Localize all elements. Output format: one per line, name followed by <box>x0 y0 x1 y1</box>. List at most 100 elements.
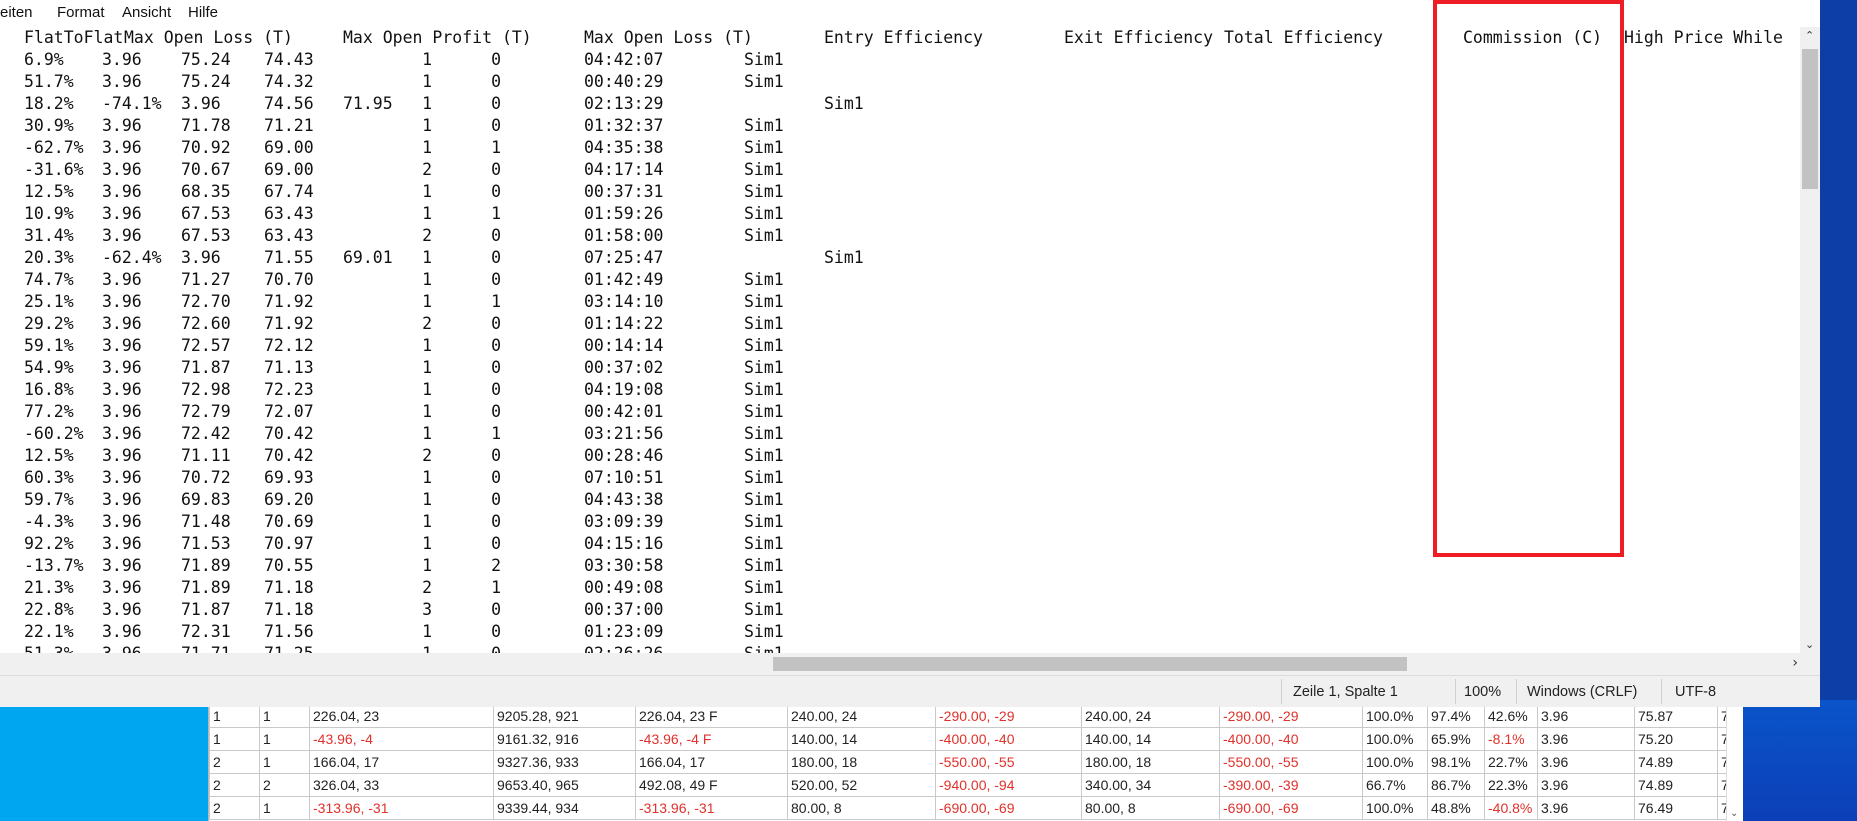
table-cell[interactable]: -940.00, -94 <box>935 774 1081 796</box>
table-cell[interactable]: -390.00, -39 <box>1219 774 1362 796</box>
chevron-right-icon[interactable]: › <box>1792 655 1798 671</box>
table-cell[interactable]: 9339.44, 934 <box>493 797 635 819</box>
table-cell[interactable]: -43.96, -4 <box>309 728 493 750</box>
table-cell[interactable]: 86.7% <box>1427 774 1484 796</box>
chevron-up-icon[interactable]: ⌃ <box>1805 29 1814 42</box>
table-cell[interactable]: 1 <box>209 728 259 750</box>
table-cell[interactable]: 166.04, 17 <box>309 751 493 773</box>
table-cell[interactable]: 1 <box>209 705 259 727</box>
table-cell[interactable]: -550.00, -55 <box>1219 751 1362 773</box>
table-cell[interactable]: 2 <box>209 774 259 796</box>
table-cell[interactable]: 100.0% <box>1362 705 1427 727</box>
menu-item-format[interactable]: Format <box>57 4 105 21</box>
chevron-down-icon[interactable]: ⌄ <box>1805 638 1814 651</box>
table-cell[interactable]: 1 <box>259 705 309 727</box>
table-cell[interactable]: 9205.28, 921 <box>493 705 635 727</box>
table-cell[interactable]: -400.00, -40 <box>1219 728 1362 750</box>
table-cell[interactable]: -690.00, -69 <box>1219 797 1362 819</box>
text-cell: 3.96 <box>102 600 142 619</box>
table-cell[interactable]: 22.3% <box>1484 774 1537 796</box>
text-cell: Sim1 <box>744 556 784 575</box>
table-cell[interactable]: 80.00, 8 <box>787 797 935 819</box>
table-cell[interactable]: -290.00, -29 <box>935 705 1081 727</box>
text-cell: 21.3% <box>24 578 74 597</box>
text-cell: 1 <box>422 292 432 311</box>
table-cell[interactable]: -550.00, -55 <box>935 751 1081 773</box>
text-cell: Sim1 <box>744 116 784 135</box>
table-cell[interactable]: 180.00, 18 <box>787 751 935 773</box>
table-cell[interactable]: 520.00, 52 <box>787 774 935 796</box>
scroll-thumb[interactable] <box>773 657 1407 671</box>
table-cell[interactable]: 74.89 <box>1634 774 1717 796</box>
table-cell[interactable]: 492.08, 49 F <box>635 774 787 796</box>
table-cell[interactable]: -400.00, -40 <box>935 728 1081 750</box>
header-col: Commission (C) <box>1463 28 1603 47</box>
table-cell[interactable]: 240.00, 24 <box>1081 705 1219 727</box>
text-cell: 71.89 <box>181 578 231 597</box>
table-cell[interactable]: 3.96 <box>1537 751 1634 773</box>
table-cell[interactable]: 9653.40, 965 <box>493 774 635 796</box>
table-cell[interactable]: -313.96, -31 <box>309 797 493 819</box>
table-cell[interactable]: 75.87 <box>1634 705 1717 727</box>
table-cell[interactable]: 340.00, 34 <box>1081 774 1219 796</box>
table-cell[interactable]: 3.96 <box>1537 797 1634 819</box>
horizontal-scrollbar[interactable]: › <box>0 653 1820 675</box>
table-cell[interactable]: 75.20 <box>1634 728 1717 750</box>
table-cell[interactable]: -290.00, -29 <box>1219 705 1362 727</box>
text-cell: Sim1 <box>744 292 784 311</box>
table-cell[interactable]: 240.00, 24 <box>787 705 935 727</box>
table-cell[interactable]: 42.6% <box>1484 705 1537 727</box>
table-cell[interactable]: 2 <box>209 751 259 773</box>
table-cell[interactable]: 100.0% <box>1362 728 1427 750</box>
text-cell: 71.18 <box>264 600 314 619</box>
table-cell[interactable]: 80.00, 8 <box>1081 797 1219 819</box>
text-editor-area[interactable]: FlatToFlat Max Open Loss (T) Max Open Pr… <box>0 27 1800 653</box>
table-cell[interactable]: -43.96, -4 F <box>635 728 787 750</box>
table-cell[interactable]: 226.04, 23 <box>309 705 493 727</box>
table-cell[interactable]: 226.04, 23 F <box>635 705 787 727</box>
table-cell[interactable]: 22.7% <box>1484 751 1537 773</box>
table-cell[interactable]: 140.00, 14 <box>1081 728 1219 750</box>
table-cell[interactable]: 180.00, 18 <box>1081 751 1219 773</box>
table-cell[interactable]: 1 <box>259 728 309 750</box>
menu-item-help[interactable]: Hilfe <box>188 4 218 21</box>
table-cell[interactable]: 9327.36, 933 <box>493 751 635 773</box>
table-cell[interactable]: 140.00, 14 <box>787 728 935 750</box>
table-cell[interactable]: 326.04, 33 <box>309 774 493 796</box>
table-cell[interactable]: 100.0% <box>1362 797 1427 819</box>
table-cell[interactable]: 2 <box>259 774 309 796</box>
table-cell[interactable]: 2 <box>209 797 259 819</box>
table-cell[interactable]: -8.1% <box>1484 728 1537 750</box>
text-cell: 0 <box>491 622 501 641</box>
table-cell[interactable]: 98.1% <box>1427 751 1484 773</box>
table-cell[interactable]: -313.96, -31 <box>635 797 787 819</box>
table-cell[interactable]: 66.7% <box>1362 774 1427 796</box>
menu-item-view[interactable]: Ansicht <box>122 4 171 21</box>
text-line: 12.5% 3.96 68.35 67.74 1 0 00:37:31 Sim1 <box>0 181 1800 203</box>
scroll-thumb[interactable] <box>1802 49 1818 189</box>
table-cell[interactable]: 1 <box>259 751 309 773</box>
text-cell: 54.9% <box>24 358 74 377</box>
table-cell[interactable]: 48.8% <box>1427 797 1484 819</box>
table-cell[interactable]: 76.49 <box>1634 797 1717 819</box>
vertical-scrollbar[interactable]: ⌃ ⌄ <box>1800 27 1820 653</box>
table-cell[interactable]: -690.00, -69 <box>935 797 1081 819</box>
table-cell[interactable]: -40.8% <box>1484 797 1537 819</box>
text-cell: 2 <box>422 578 432 597</box>
text-cell: 30.9% <box>24 116 74 135</box>
table-cell[interactable]: 1 <box>259 797 309 819</box>
text-cell: 0 <box>491 50 501 69</box>
table-cell[interactable]: 97.4% <box>1427 705 1484 727</box>
table-cell[interactable]: 100.0% <box>1362 751 1427 773</box>
table-cell[interactable]: 65.9% <box>1427 728 1484 750</box>
table-cell[interactable]: 9161.32, 916 <box>493 728 635 750</box>
chevron-down-icon[interactable]: ⌄ <box>1730 808 1738 819</box>
table-cell[interactable]: 3.96 <box>1537 705 1634 727</box>
table-cell[interactable]: 166.04, 17 <box>635 751 787 773</box>
menu-item-file[interactable]: eiten <box>0 4 33 21</box>
table-cell[interactable]: 74.89 <box>1634 751 1717 773</box>
table-cell[interactable]: 3.96 <box>1537 728 1634 750</box>
grid-vertical-scrollbar[interactable]: ⌄ <box>1726 705 1743 821</box>
table-cell[interactable]: 3.96 <box>1537 774 1634 796</box>
table-row: 2 1 166.04, 17 9327.36, 933 166.04, 17 180.00… <box>209 751 1743 774</box>
